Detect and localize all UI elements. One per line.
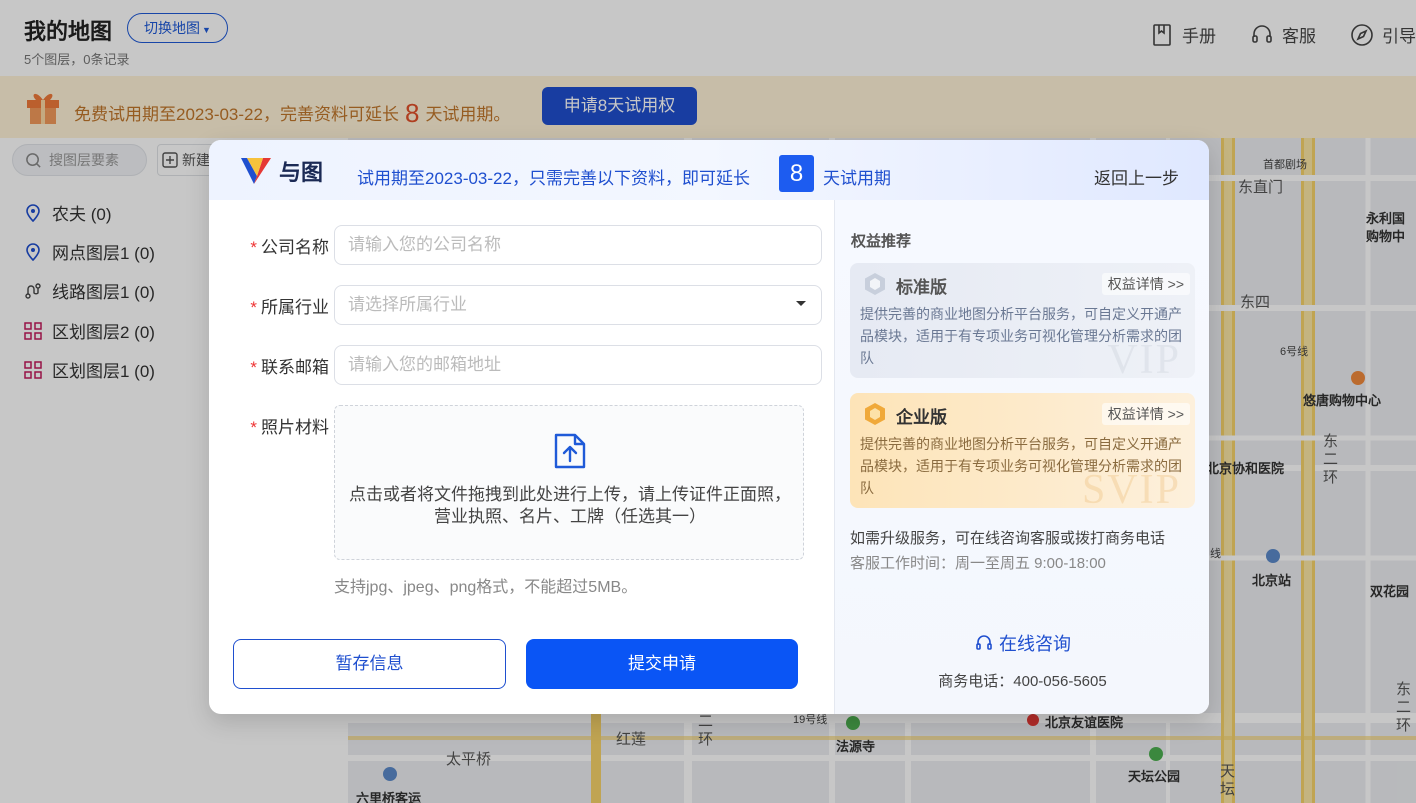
- brand-name: 与图: [279, 160, 324, 185]
- online-consult-link[interactable]: 在线咨询: [975, 630, 1071, 656]
- svip-watermark: SVIP: [1081, 467, 1181, 508]
- photo-label: * 照片材料: [250, 418, 329, 437]
- email-label: * 联系邮箱: [250, 358, 329, 377]
- service-hours: 客服工作时间：周一至周五 9:00-18:00: [850, 555, 1106, 572]
- back-link[interactable]: 返回上一步: [1094, 164, 1179, 189]
- company-label: * 公司名称: [250, 238, 329, 257]
- vip-watermark: VIP: [1107, 337, 1181, 378]
- dialog-header-text: 试用期至2023-03-22，只需完善以下资料，即可延长: [357, 169, 750, 188]
- dialog-header-text-2: 天试用期: [823, 169, 891, 188]
- upload-file-icon: [554, 433, 586, 469]
- upload-hint: 支持jpg、jpeg、png格式，不能超过5MB。: [334, 579, 638, 596]
- days-badge: 8: [779, 155, 814, 192]
- upload-instructions: 点击或者将文件拖拽到此处进行上传，请上传证件正面照， 营业执照、名片、工牌（任选…: [349, 485, 791, 526]
- standard-plan-card: 标准版 权益详情 >> 提供完善的商业地图分析平台服务，可自定义开通产品模块，适…: [850, 263, 1195, 378]
- dialog-header: 与图 试用期至2023-03-22，只需完善以下资料，即可延长 8 天试用期 返…: [209, 140, 1209, 200]
- required-mark: *: [250, 238, 257, 257]
- trial-extension-dialog: 与图 试用期至2023-03-22，只需完善以下资料，即可延长 8 天试用期 返…: [209, 140, 1209, 714]
- headset-icon: [976, 635, 992, 650]
- enterprise-details-link[interactable]: 权益详情 >>: [1101, 403, 1190, 425]
- caret-down-icon: [796, 301, 806, 306]
- benefits-panel: 权益推荐 标准版 权益详情 >> 提供完善的商业地图分析平台服务，可自定义开通产…: [834, 200, 1209, 714]
- upgrade-note: 如需升级服务，可在线咨询客服或拨打商务电话: [850, 530, 1166, 547]
- benefits-title: 权益推荐: [851, 233, 912, 250]
- save-draft-button[interactable]: 暂存信息: [233, 639, 506, 689]
- industry-select[interactable]: [334, 285, 822, 325]
- required-mark: *: [250, 418, 257, 437]
- email-input[interactable]: [334, 345, 822, 385]
- company-name-input[interactable]: [334, 225, 822, 265]
- required-mark: *: [250, 298, 257, 317]
- business-phone: 商务电话：400-056-5605: [938, 673, 1107, 690]
- brand-logo: 与图: [239, 154, 323, 188]
- industry-label: * 所属行业: [250, 298, 329, 317]
- submit-button[interactable]: 提交申请: [526, 639, 798, 689]
- enterprise-plan-card: 企业版 权益详情 >> 提供完善的商业地图分析平台服务，可自定义开通产品模块，适…: [850, 393, 1195, 508]
- standard-details-link[interactable]: 权益详情 >>: [1101, 273, 1190, 295]
- enterprise-badge-icon: [865, 403, 885, 425]
- brand-logo-icon: [241, 158, 271, 184]
- photo-upload-area[interactable]: 点击或者将文件拖拽到此处进行上传，请上传证件正面照， 营业执照、名片、工牌（任选…: [334, 405, 804, 560]
- standard-badge-icon: [865, 273, 885, 295]
- required-mark: *: [250, 358, 257, 377]
